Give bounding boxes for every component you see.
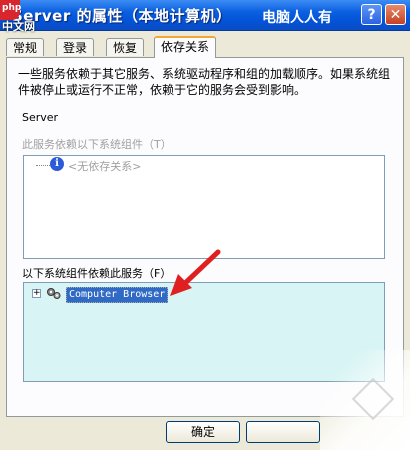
computer-browser-item[interactable]: Computer Browser [66,287,169,303]
expand-icon[interactable]: + [32,289,41,298]
dependents-label: 以下系统组件依赖此服务（F） [22,267,172,280]
tab-general[interactable]: 常规 [6,38,45,56]
red-arrow-annotation [170,249,221,296]
service-name: Server [22,111,59,124]
gear-icon [47,288,61,299]
watermark-text: 电脑人人有 [262,10,332,26]
tree-connector [36,165,50,166]
depends-on-label: 此服务依赖以下系统组件（T） [22,138,172,151]
cancel-button[interactable] [246,421,320,443]
tab-logon[interactable]: 登录 [56,38,95,56]
logo-text: 中文网 [2,20,35,33]
help-button[interactable]: ? [361,4,382,25]
php-logo: php [0,0,22,20]
window-title: Server 的属性（本地计算机） [12,7,232,25]
tab-dependencies[interactable]: 依存关系 [154,36,217,58]
logo-badge-text: php [2,3,22,13]
ok-button[interactable]: 确定 [166,421,240,443]
no-dependencies-item[interactable]: <无依存关系> [68,158,141,174]
close-button[interactable]: ✕ [385,4,406,25]
info-icon: i [50,157,64,171]
title-bar[interactable]: Server 的属性（本地计算机） 电脑人人有 ? ✕ [0,0,410,31]
description-text: 一些服务依赖于其它服务、系统驱动程序和组的加载顺序。如果系统组件被停止或运行不正… [18,67,391,97]
tab-recovery[interactable]: 恢复 [106,38,145,56]
